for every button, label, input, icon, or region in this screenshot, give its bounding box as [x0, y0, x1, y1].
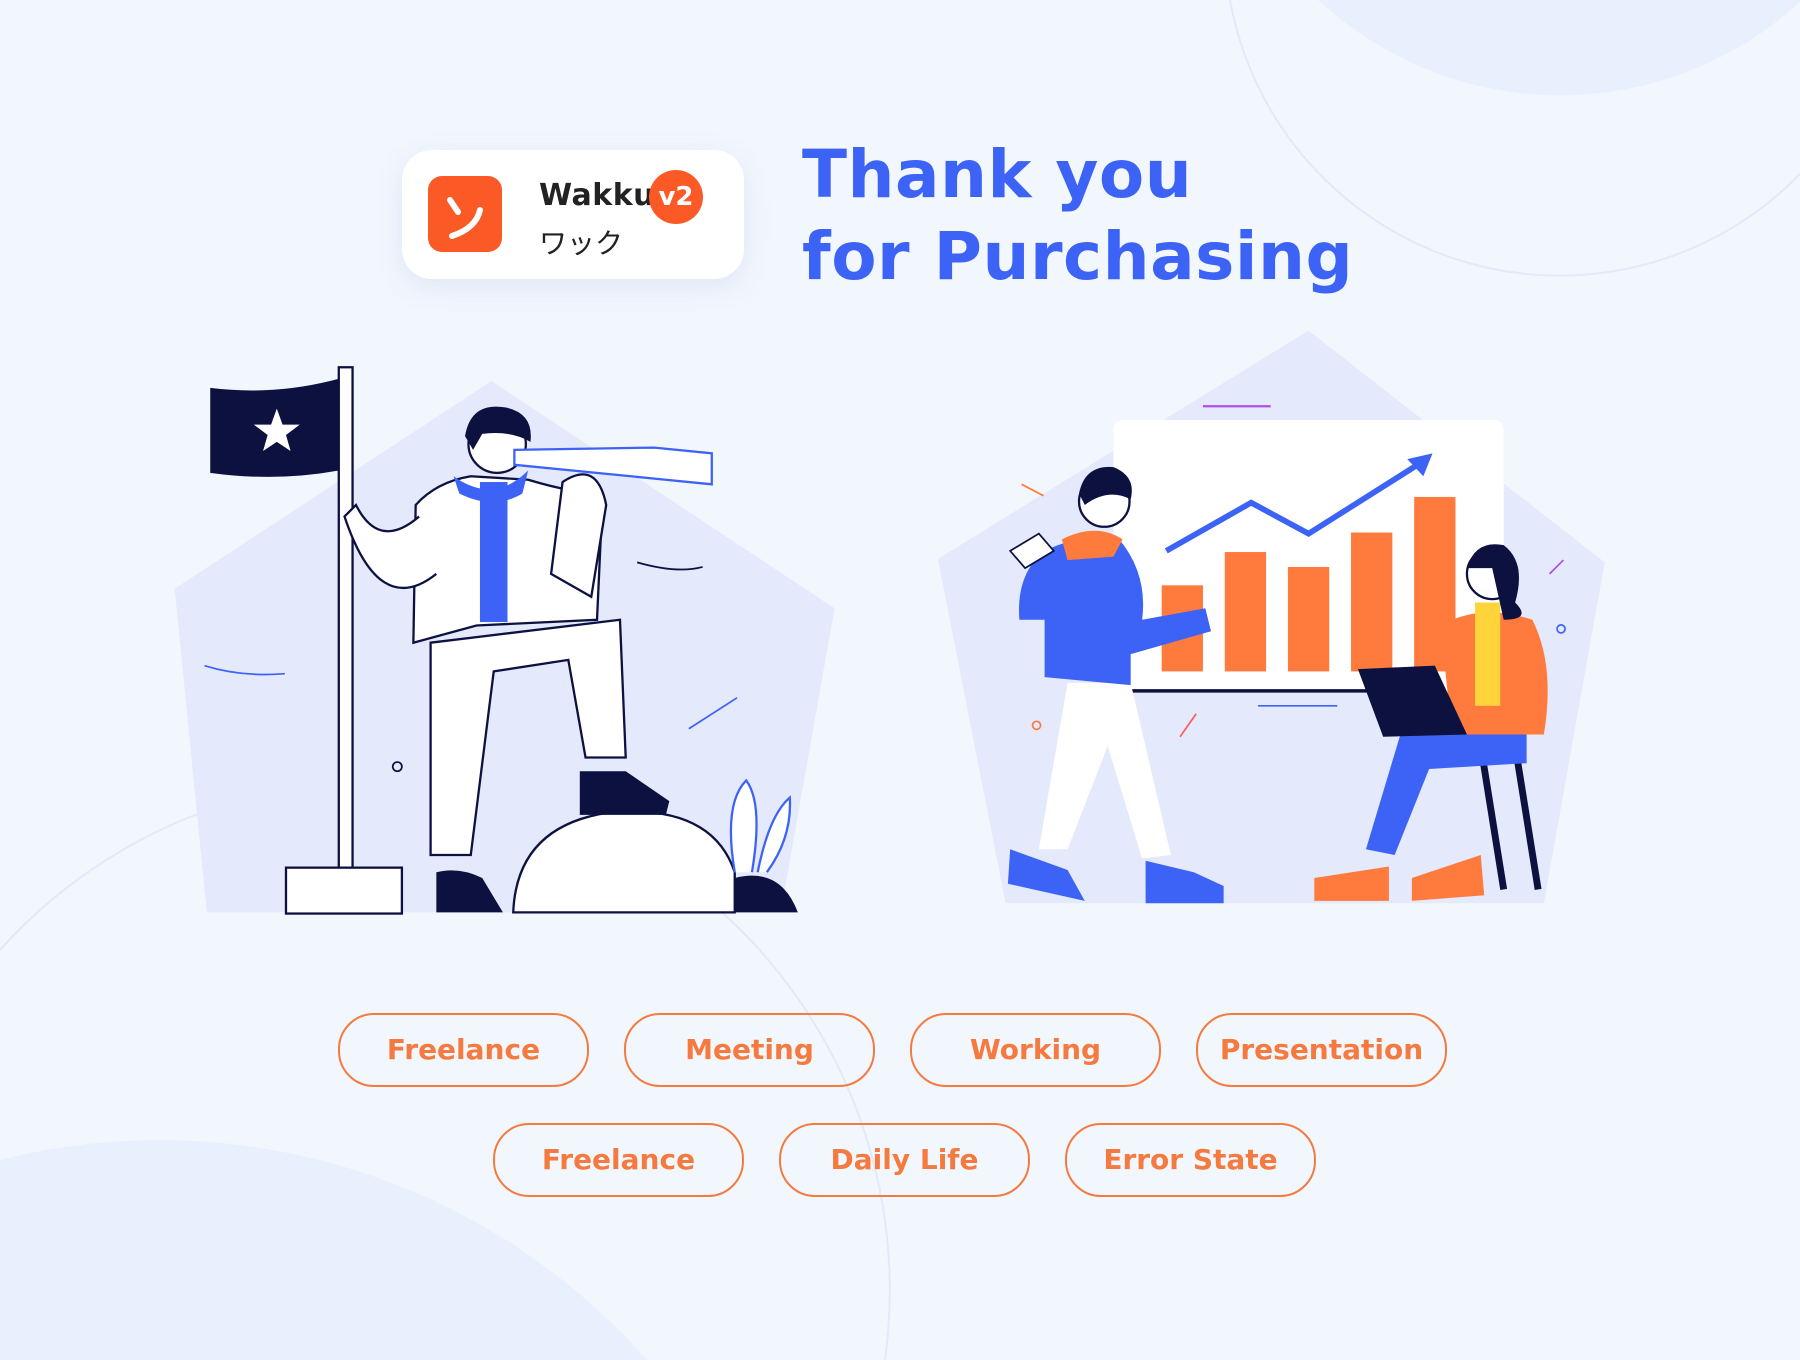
category-pill-working[interactable]: Working: [910, 1013, 1161, 1087]
category-pill-error-state[interactable]: Error State: [1065, 1123, 1316, 1197]
presentation-illustration: [937, 330, 1605, 904]
category-pill-freelance-2[interactable]: Freelance: [493, 1123, 744, 1197]
category-pill-meeting[interactable]: Meeting: [624, 1013, 875, 1087]
explorer-illustration: [174, 366, 835, 915]
category-pill-daily-life[interactable]: Daily Life: [779, 1123, 1030, 1197]
category-pill-presentation[interactable]: Presentation: [1196, 1013, 1447, 1087]
category-pill-freelance[interactable]: Freelance: [338, 1013, 589, 1087]
